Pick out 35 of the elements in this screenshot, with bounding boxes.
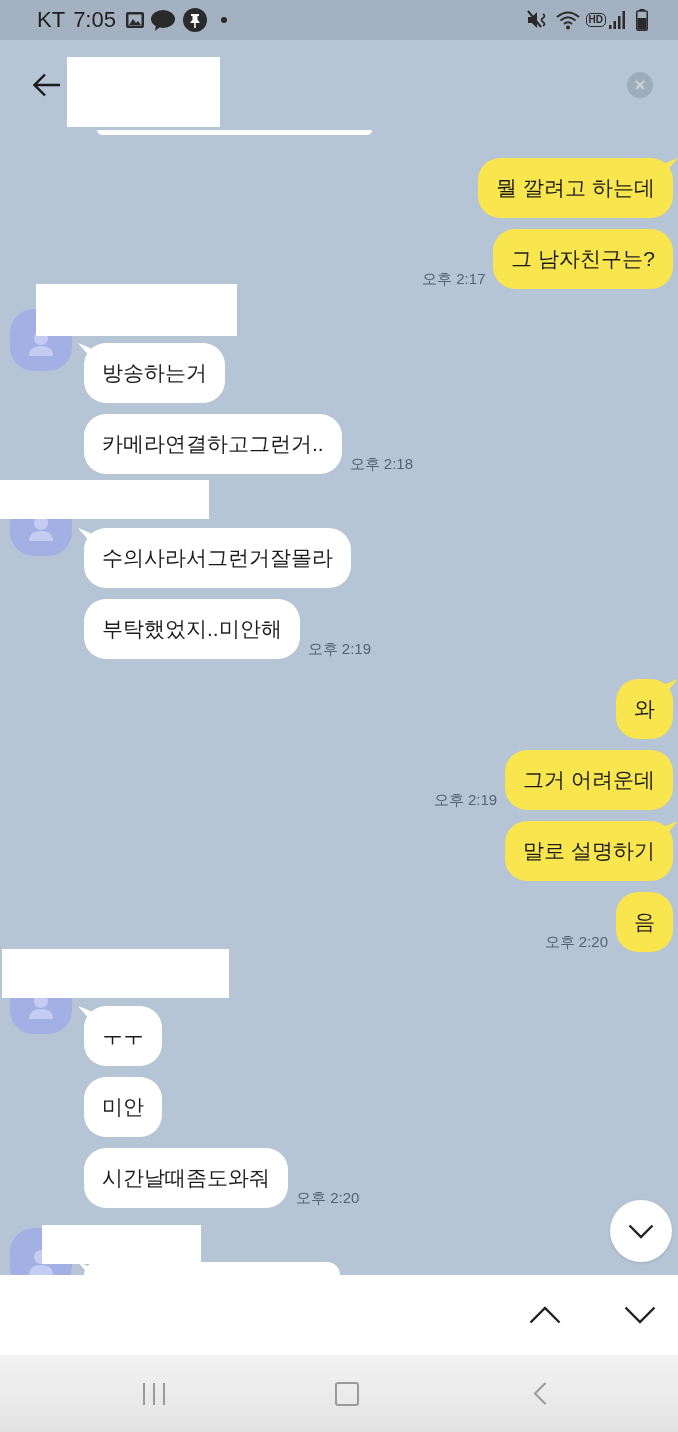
message-time: 오후 2:19 (307, 641, 372, 656)
message-bubble: 부탁했었지..미안해 (84, 599, 300, 659)
dot-icon (220, 17, 227, 23)
message-bubble: 미안 (84, 1077, 162, 1137)
clock-time: 7:05 (73, 9, 116, 31)
message-time: 오후 2:20 (296, 1190, 360, 1205)
carrier-name: KT (37, 9, 66, 31)
wifi-icon (555, 10, 580, 30)
sound-off-icon (526, 10, 548, 30)
message-bubble: 그거 어려운데 (505, 750, 673, 810)
scroll-down-button[interactable] (610, 1200, 672, 1262)
message-time: 오후 2:18 (349, 456, 414, 471)
recent-apps-icon[interactable] (141, 1381, 166, 1406)
back-icon[interactable] (532, 1382, 547, 1405)
message-bubble: 그 남자친구는? (493, 229, 673, 289)
chevron-up-icon[interactable] (529, 1306, 561, 1324)
avatar[interactable] (10, 998, 72, 1034)
home-icon[interactable] (334, 1381, 359, 1406)
chat-bubble-icon (150, 9, 175, 31)
pin-icon (182, 8, 207, 32)
chevron-down-icon[interactable] (624, 1306, 656, 1324)
avatar[interactable] (10, 519, 72, 556)
signal-icon (609, 11, 626, 29)
message-bubble: 음 (616, 892, 673, 952)
message-time: 오후 2:20 (544, 934, 608, 949)
close-icon[interactable] (627, 72, 653, 98)
back-arrow-icon[interactable] (33, 73, 61, 97)
battery-icon (636, 9, 648, 31)
image-icon (125, 12, 144, 28)
chevron-down-icon (628, 1223, 654, 1239)
message-time: 오후 2:19 (433, 792, 498, 807)
hd-indicator: HD (585, 13, 606, 27)
message-time: 오후 2:17 (422, 271, 486, 286)
message-bubble: 시간날때좀도와줘 (84, 1148, 288, 1208)
message-bubble: 카메라연결하고그런거.. (84, 414, 342, 474)
